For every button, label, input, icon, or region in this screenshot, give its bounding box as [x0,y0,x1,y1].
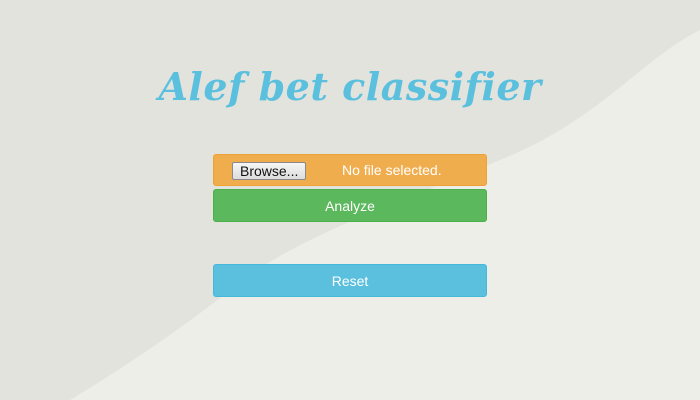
file-input[interactable]: Browse... No file selected. [213,154,487,186]
file-status-text: No file selected. [342,162,442,178]
analyze-button[interactable]: Analyze [213,189,487,222]
reset-button[interactable]: Reset [213,264,487,297]
classifier-form: Browse... No file selected. Analyze Rese… [213,154,487,297]
page-title: Alef bet classifier [158,64,542,109]
browse-button[interactable]: Browse... [232,162,307,180]
